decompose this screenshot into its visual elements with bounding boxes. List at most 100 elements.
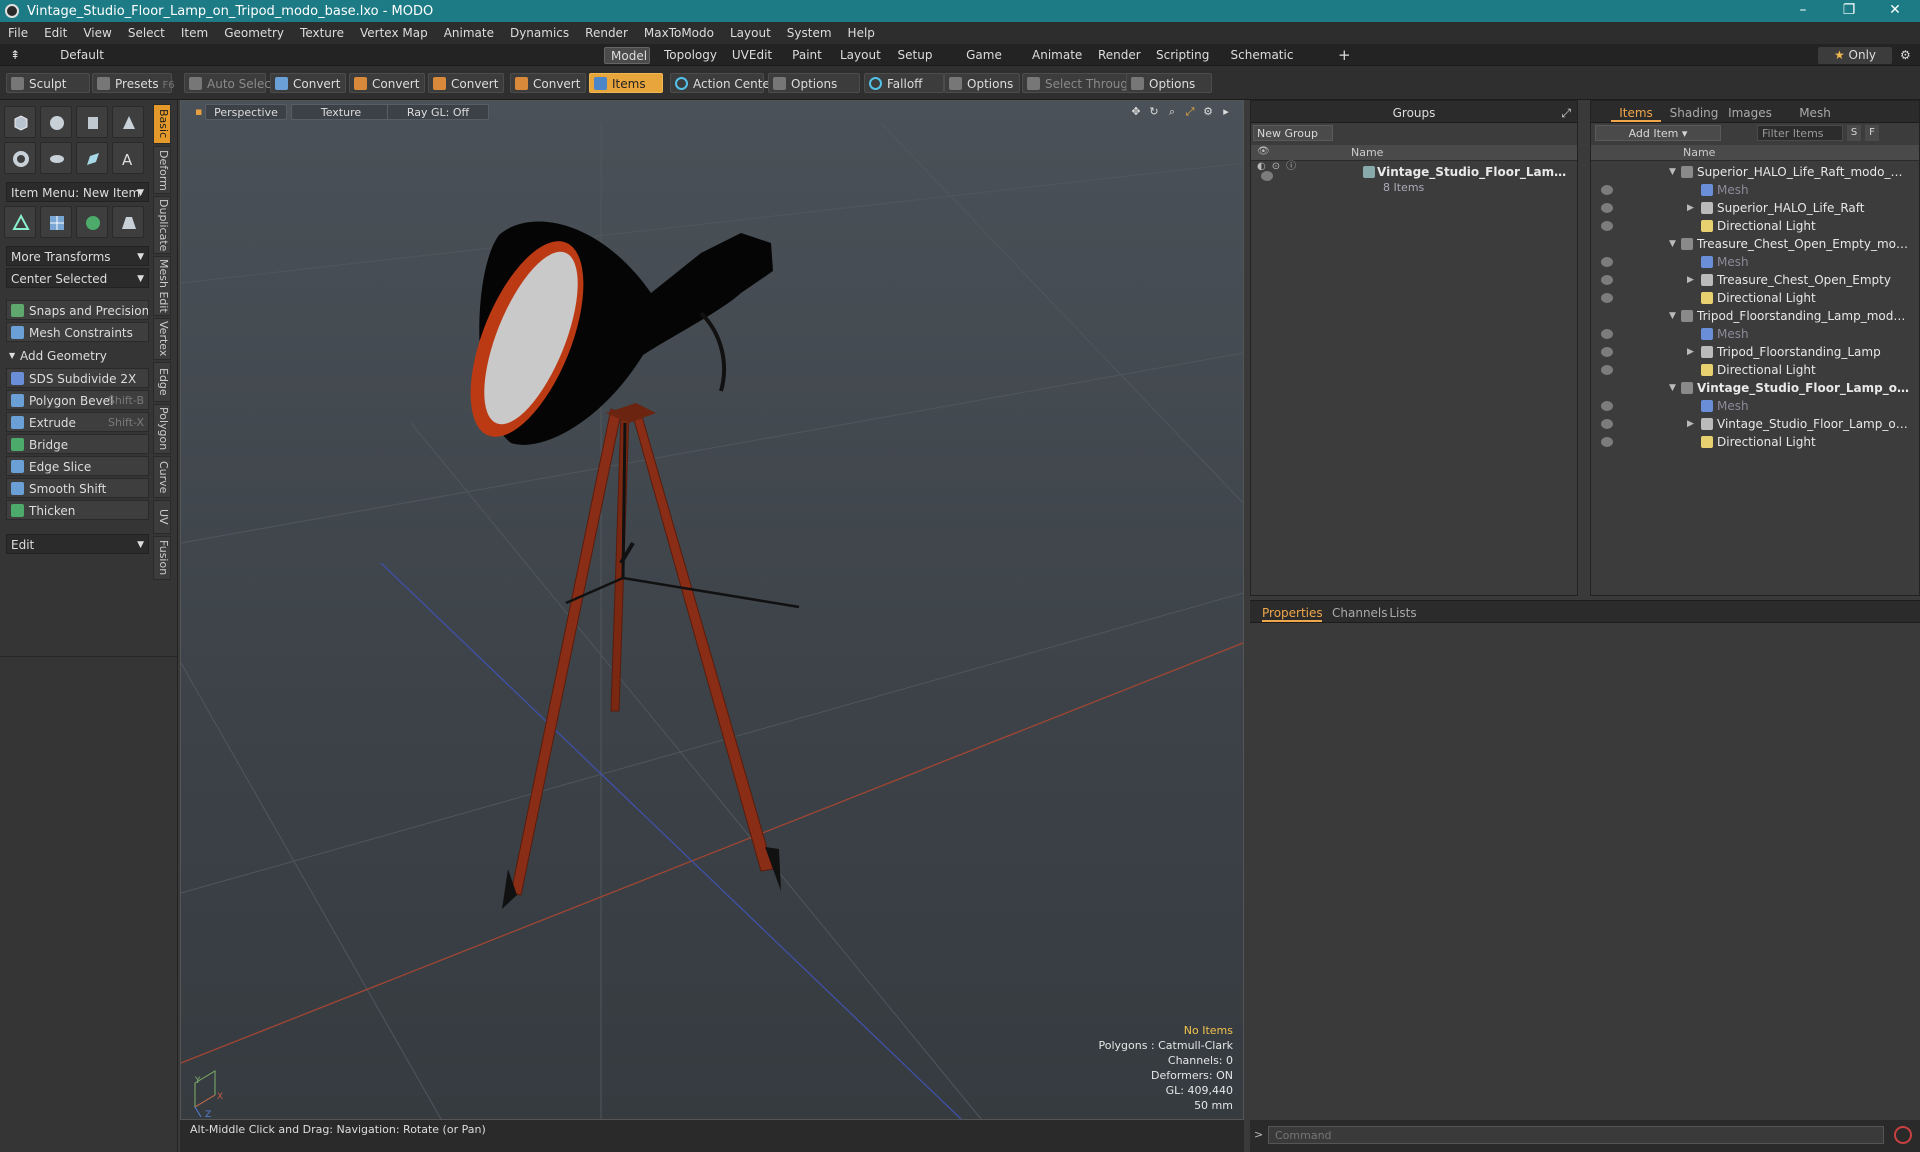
item-row-mesh[interactable]: Mesh [1591,181,1919,199]
close-button[interactable]: ✕ [1872,0,1918,22]
plane-button[interactable] [112,206,144,238]
snaps-precision-button[interactable]: Snaps and Precision [6,300,149,320]
search-toggle[interactable]: S [1847,125,1861,141]
menu-layout[interactable]: Layout [722,26,779,40]
menu-item[interactable]: Item [173,26,216,40]
rotate-icon[interactable]: ↻ [1147,104,1161,120]
layout-tab-game-tools[interactable]: Game Tools [946,47,1022,79]
side-tab-fusion[interactable]: Fusion [153,536,171,580]
pen-button[interactable] [76,142,108,174]
menu-vertex-map[interactable]: Vertex Map [352,26,436,40]
visibility-eye-icon[interactable] [1601,419,1613,429]
item-row-light[interactable]: Directional Light [1591,433,1919,451]
raygl-button[interactable]: Ray GL: Off [387,104,489,120]
viewport-menu-icon[interactable]: ▪ [195,104,202,120]
tool-thicken-button[interactable]: Thicken [6,500,149,520]
collapse-arrow-icon[interactable]: ▶ [1687,199,1694,217]
side-tab-vertex[interactable]: Vertex [153,318,171,360]
side-tab-mesh-edit[interactable]: Mesh Edit [153,256,171,316]
select-through-button[interactable]: Select Through [1022,73,1136,93]
visibility-eye-icon[interactable] [1601,185,1613,195]
side-tab-uv[interactable]: UV [153,500,171,534]
menu-maxtomodo[interactable]: MaxToModo [636,26,722,40]
side-tab-basic[interactable]: Basic [153,104,171,144]
cylinder-button[interactable] [76,106,108,138]
convert-edges-button[interactable]: Convert [349,73,425,93]
tool-smooth-shift-button[interactable]: Smooth Shift [6,478,149,498]
menu-animate[interactable]: Animate [436,26,502,40]
menu-system[interactable]: System [779,26,840,40]
layout-tab-animate[interactable]: Animate [1026,47,1086,64]
viewport-settings-icon[interactable]: ⚙ [1201,104,1215,120]
expand-icon[interactable]: ⤢ [1561,104,1571,122]
menu-texture[interactable]: Texture [292,26,352,40]
fit-icon[interactable]: ⤢ [1183,104,1197,120]
select-options-button[interactable]: Options [1126,73,1212,93]
command-input[interactable] [1268,1126,1884,1144]
item-row-mesh[interactable]: Mesh [1591,253,1919,271]
items-mode-button[interactable]: Items [589,73,663,93]
layout-tab-setup[interactable]: Setup [890,47,940,64]
properties-tab-properties[interactable]: Properties [1262,604,1323,622]
record-icon[interactable] [1894,1126,1912,1144]
falloff-options-button[interactable]: Options [944,73,1020,93]
collapse-arrow-icon[interactable]: ▶ [1687,343,1694,361]
tool-sds-subdivide-2x-button[interactable]: SDS Subdivide 2X [6,368,149,388]
collapse-icon[interactable]: ⇞ [4,47,24,64]
restore-button[interactable]: ❐ [1826,0,1872,22]
menu-view[interactable]: View [75,26,119,40]
sculpt-button[interactable]: Sculpt [6,73,90,93]
scene-row[interactable]: ▼ Superior_HALO_Life_Raft_modo_bas... [1591,163,1919,181]
view-type-button[interactable]: Perspective [205,104,287,120]
3d-viewport[interactable]: ▪ Perspective Texture Ray GL: Off ✥ ↻ ⌕ … [180,100,1244,1120]
torus-button[interactable] [4,142,36,174]
visibility-eye-icon[interactable] [1601,203,1613,213]
tool-extrude-button[interactable]: Extrude Shift-X [6,412,149,432]
visibility-eye-icon[interactable] [1601,347,1613,357]
cube-button[interactable] [4,106,36,138]
tool-bridge-button[interactable]: Bridge [6,434,149,454]
layout-tab-schematic-fusion[interactable]: Schematic Fusion [1208,47,1316,79]
minimize-button[interactable]: – [1780,0,1826,22]
filter-toggle[interactable]: F [1865,125,1879,141]
visibility-eye-icon[interactable] [1601,275,1613,285]
layout-select[interactable]: Default Layouts ▾ [32,47,132,79]
visibility-eye-icon[interactable] [1601,365,1613,375]
expand-arrow-icon[interactable]: ▼ [1669,163,1676,181]
items-tab-images[interactable]: Images [1725,104,1775,122]
center-selected-select[interactable]: Center Selected ▼ [6,268,149,288]
layout-tab-uvedit[interactable]: UVEdit [724,47,780,64]
tool-polygon-bevel-button[interactable]: Polygon Bevel Shift-B [6,390,149,410]
zoom-icon[interactable]: ⌕ [1165,104,1179,120]
edit-select[interactable]: Edit ▼ [6,534,149,554]
add-item-button[interactable]: Add Item ▾ [1595,125,1721,141]
filter-items-input[interactable]: Filter Items [1757,125,1843,141]
visibility-eye-icon[interactable] [1601,257,1613,267]
menu-help[interactable]: Help [840,26,883,40]
falloff-button[interactable]: Falloff [864,73,944,93]
item-row-locator[interactable]: ▶ Vintage_Studio_Floor_Lamp_on_Tr... [1591,415,1919,433]
convert-polygons-button[interactable]: Convert [428,73,504,93]
sphere-button[interactable] [40,106,72,138]
visibility-eye-icon[interactable] [1601,293,1613,303]
item-row-light[interactable]: Directional Light [1591,289,1919,307]
item-row-mesh[interactable]: Mesh [1591,325,1919,343]
expand-arrow-icon[interactable]: ▼ [1669,235,1676,253]
layout-tab-render[interactable]: Render [1092,47,1144,64]
menu-geometry[interactable]: Geometry [216,26,292,40]
item-menu-select[interactable]: Item Menu: New Item ▼ [6,182,149,202]
collapse-arrow-icon[interactable]: ▶ [1687,271,1694,289]
menu-dynamics[interactable]: Dynamics [502,26,577,40]
cone-button[interactable] [112,106,144,138]
gear-icon[interactable]: ⚙ [1894,47,1916,64]
item-row-locator[interactable]: ▶ Tripod_Floorstanding_Lamp [1591,343,1919,361]
menu-select[interactable]: Select [120,26,173,40]
shading-mode-button[interactable]: Texture [291,104,391,120]
visibility-eye-icon[interactable] [1601,401,1613,411]
action-center-button[interactable]: Action Center [670,73,775,93]
transform-button[interactable] [4,206,36,238]
item-row-mesh[interactable]: Mesh [1591,397,1919,415]
item-row-locator[interactable]: ▶ Superior_HALO_Life_Raft [1591,199,1919,217]
add-tab-icon[interactable]: + [1332,47,1352,64]
grid-button[interactable] [40,206,72,238]
